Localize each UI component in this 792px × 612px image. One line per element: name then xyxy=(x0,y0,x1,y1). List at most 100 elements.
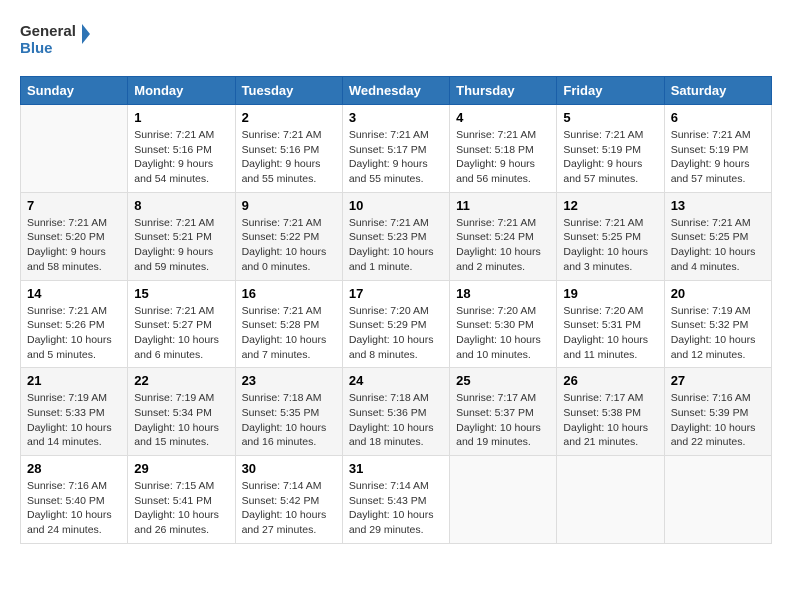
calendar-cell xyxy=(450,456,557,544)
calendar-cell: 19 Sunrise: 7:20 AM Sunset: 5:31 PM Dayli… xyxy=(557,280,664,368)
day-info: Sunrise: 7:20 AM Sunset: 5:30 PM Dayligh… xyxy=(456,304,550,363)
calendar-cell: 16 Sunrise: 7:21 AM Sunset: 5:28 PM Dayli… xyxy=(235,280,342,368)
calendar-cell: 4 Sunrise: 7:21 AM Sunset: 5:18 PM Daylig… xyxy=(450,105,557,193)
calendar-cell: 17 Sunrise: 7:20 AM Sunset: 5:29 PM Dayli… xyxy=(342,280,449,368)
week-row-2: 7 Sunrise: 7:21 AM Sunset: 5:20 PM Daylig… xyxy=(21,192,772,280)
logo: General Blue xyxy=(20,20,90,60)
calendar-cell: 29 Sunrise: 7:15 AM Sunset: 5:41 PM Dayli… xyxy=(128,456,235,544)
header-cell-saturday: Saturday xyxy=(664,77,771,105)
calendar-cell: 31 Sunrise: 7:14 AM Sunset: 5:43 PM Dayli… xyxy=(342,456,449,544)
day-number: 28 xyxy=(27,461,121,476)
header-cell-wednesday: Wednesday xyxy=(342,77,449,105)
day-info: Sunrise: 7:14 AM Sunset: 5:42 PM Dayligh… xyxy=(242,479,336,538)
calendar-cell: 21 Sunrise: 7:19 AM Sunset: 5:33 PM Dayli… xyxy=(21,368,128,456)
day-number: 26 xyxy=(563,373,657,388)
calendar-cell: 14 Sunrise: 7:21 AM Sunset: 5:26 PM Dayli… xyxy=(21,280,128,368)
day-number: 31 xyxy=(349,461,443,476)
day-info: Sunrise: 7:20 AM Sunset: 5:31 PM Dayligh… xyxy=(563,304,657,363)
calendar-cell: 12 Sunrise: 7:21 AM Sunset: 5:25 PM Dayli… xyxy=(557,192,664,280)
day-number: 5 xyxy=(563,110,657,125)
week-row-1: 1 Sunrise: 7:21 AM Sunset: 5:16 PM Daylig… xyxy=(21,105,772,193)
calendar-cell: 11 Sunrise: 7:21 AM Sunset: 5:24 PM Dayli… xyxy=(450,192,557,280)
day-number: 6 xyxy=(671,110,765,125)
header-row: SundayMondayTuesdayWednesdayThursdayFrid… xyxy=(21,77,772,105)
day-info: Sunrise: 7:18 AM Sunset: 5:35 PM Dayligh… xyxy=(242,391,336,450)
calendar-cell: 24Sunrise: 7:18 AM Sunset: 5:36 PM Dayli… xyxy=(342,368,449,456)
day-number: 30 xyxy=(242,461,336,476)
day-info: Sunrise: 7:16 AM Sunset: 5:39 PM Dayligh… xyxy=(671,391,765,450)
day-number: 3 xyxy=(349,110,443,125)
calendar-cell: 2 Sunrise: 7:21 AM Sunset: 5:16 PM Daylig… xyxy=(235,105,342,193)
calendar-cell: 23 Sunrise: 7:18 AM Sunset: 5:35 PM Dayli… xyxy=(235,368,342,456)
day-number: 11 xyxy=(456,198,550,213)
day-info: Sunrise: 7:21 AM Sunset: 5:20 PM Dayligh… xyxy=(27,216,121,275)
day-number: 12 xyxy=(563,198,657,213)
header-cell-sunday: Sunday xyxy=(21,77,128,105)
day-info: Sunrise: 7:21 AM Sunset: 5:22 PM Dayligh… xyxy=(242,216,336,275)
day-info: Sunrise: 7:21 AM Sunset: 5:19 PM Dayligh… xyxy=(563,128,657,187)
calendar-cell: 20 Sunrise: 7:19 AM Sunset: 5:32 PM Dayli… xyxy=(664,280,771,368)
day-info: Sunrise: 7:16 AM Sunset: 5:40 PM Dayligh… xyxy=(27,479,121,538)
day-info: Sunrise: 7:17 AM Sunset: 5:38 PM Dayligh… xyxy=(563,391,657,450)
day-info: Sunrise: 7:14 AM Sunset: 5:43 PM Dayligh… xyxy=(349,479,443,538)
calendar-cell: 10Sunrise: 7:21 AM Sunset: 5:23 PM Dayli… xyxy=(342,192,449,280)
calendar-cell xyxy=(21,105,128,193)
day-info: Sunrise: 7:21 AM Sunset: 5:28 PM Dayligh… xyxy=(242,304,336,363)
day-info: Sunrise: 7:21 AM Sunset: 5:25 PM Dayligh… xyxy=(563,216,657,275)
day-info: Sunrise: 7:19 AM Sunset: 5:34 PM Dayligh… xyxy=(134,391,228,450)
calendar-cell: 6Sunrise: 7:21 AM Sunset: 5:19 PM Daylig… xyxy=(664,105,771,193)
calendar-cell: 26 Sunrise: 7:17 AM Sunset: 5:38 PM Dayli… xyxy=(557,368,664,456)
header-cell-thursday: Thursday xyxy=(450,77,557,105)
header-cell-tuesday: Tuesday xyxy=(235,77,342,105)
day-info: Sunrise: 7:19 AM Sunset: 5:33 PM Dayligh… xyxy=(27,391,121,450)
day-number: 14 xyxy=(27,286,121,301)
day-number: 16 xyxy=(242,286,336,301)
day-info: Sunrise: 7:19 AM Sunset: 5:32 PM Dayligh… xyxy=(671,304,765,363)
calendar-cell: 1 Sunrise: 7:21 AM Sunset: 5:16 PM Daylig… xyxy=(128,105,235,193)
header-cell-monday: Monday xyxy=(128,77,235,105)
svg-text:General: General xyxy=(20,23,76,40)
day-number: 21 xyxy=(27,373,121,388)
day-info: Sunrise: 7:20 AM Sunset: 5:29 PM Dayligh… xyxy=(349,304,443,363)
day-info: Sunrise: 7:21 AM Sunset: 5:27 PM Dayligh… xyxy=(134,304,228,363)
week-row-3: 14 Sunrise: 7:21 AM Sunset: 5:26 PM Dayli… xyxy=(21,280,772,368)
day-number: 23 xyxy=(242,373,336,388)
header: General Blue xyxy=(20,20,772,60)
calendar-cell: 25 Sunrise: 7:17 AM Sunset: 5:37 PM Dayli… xyxy=(450,368,557,456)
week-row-4: 21 Sunrise: 7:19 AM Sunset: 5:33 PM Dayli… xyxy=(21,368,772,456)
day-number: 15 xyxy=(134,286,228,301)
day-number: 19 xyxy=(563,286,657,301)
calendar-cell: 30 Sunrise: 7:14 AM Sunset: 5:42 PM Dayli… xyxy=(235,456,342,544)
day-number: 27 xyxy=(671,373,765,388)
logo-svg: General Blue xyxy=(20,20,90,60)
calendar-cell: 9 Sunrise: 7:21 AM Sunset: 5:22 PM Daylig… xyxy=(235,192,342,280)
day-info: Sunrise: 7:21 AM Sunset: 5:26 PM Dayligh… xyxy=(27,304,121,363)
calendar-cell xyxy=(664,456,771,544)
day-number: 13 xyxy=(671,198,765,213)
day-number: 9 xyxy=(242,198,336,213)
day-info: Sunrise: 7:21 AM Sunset: 5:24 PM Dayligh… xyxy=(456,216,550,275)
day-info: Sunrise: 7:21 AM Sunset: 5:21 PM Dayligh… xyxy=(134,216,228,275)
day-number: 1 xyxy=(134,110,228,125)
day-info: Sunrise: 7:21 AM Sunset: 5:18 PM Dayligh… xyxy=(456,128,550,187)
day-number: 17 xyxy=(349,286,443,301)
day-info: Sunrise: 7:21 AM Sunset: 5:16 PM Dayligh… xyxy=(242,128,336,187)
day-info: Sunrise: 7:15 AM Sunset: 5:41 PM Dayligh… xyxy=(134,479,228,538)
day-number: 7 xyxy=(27,198,121,213)
day-info: Sunrise: 7:17 AM Sunset: 5:37 PM Dayligh… xyxy=(456,391,550,450)
day-number: 2 xyxy=(242,110,336,125)
day-number: 22 xyxy=(134,373,228,388)
day-number: 29 xyxy=(134,461,228,476)
calendar-cell: 15 Sunrise: 7:21 AM Sunset: 5:27 PM Dayli… xyxy=(128,280,235,368)
calendar-cell: 8Sunrise: 7:21 AM Sunset: 5:21 PM Daylig… xyxy=(128,192,235,280)
day-number: 18 xyxy=(456,286,550,301)
day-number: 20 xyxy=(671,286,765,301)
svg-text:Blue: Blue xyxy=(20,40,53,57)
day-number: 25 xyxy=(456,373,550,388)
calendar-cell: 22 Sunrise: 7:19 AM Sunset: 5:34 PM Dayli… xyxy=(128,368,235,456)
calendar-table: SundayMondayTuesdayWednesdayThursdayFrid… xyxy=(20,76,772,544)
day-info: Sunrise: 7:21 AM Sunset: 5:17 PM Dayligh… xyxy=(349,128,443,187)
day-info: Sunrise: 7:21 AM Sunset: 5:23 PM Dayligh… xyxy=(349,216,443,275)
day-number: 4 xyxy=(456,110,550,125)
day-info: Sunrise: 7:21 AM Sunset: 5:16 PM Dayligh… xyxy=(134,128,228,187)
